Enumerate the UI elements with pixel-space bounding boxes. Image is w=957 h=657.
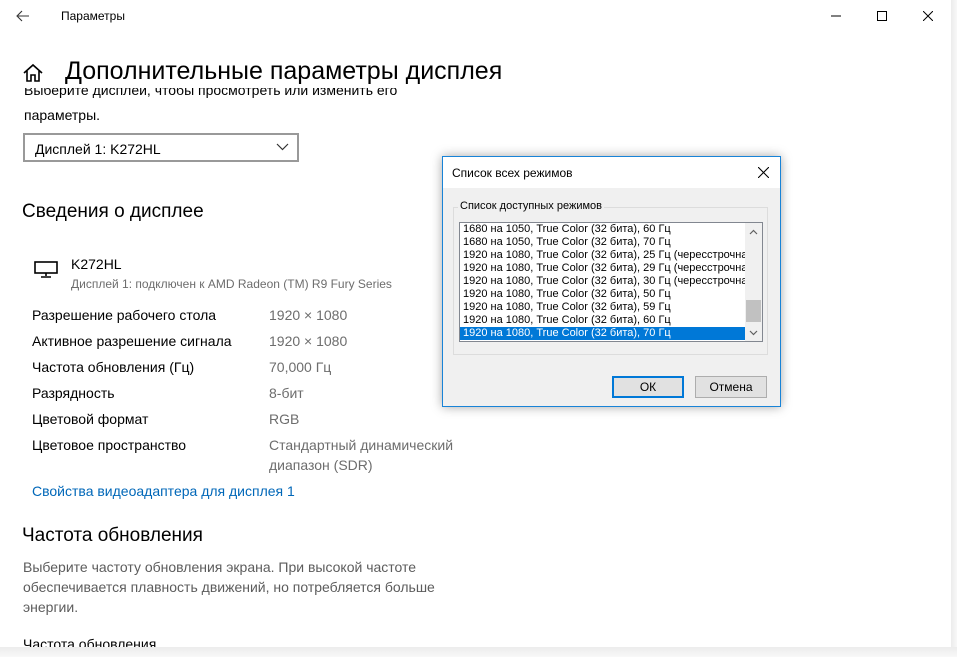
display-dropdown-value: Дисплей 1: K272HL <box>35 141 161 157</box>
app-title: Параметры <box>61 9 125 23</box>
prop-value-bit-depth: 8-бит <box>269 385 304 401</box>
dialog-title: Список всех режимов <box>452 166 573 180</box>
close-button[interactable] <box>905 0 951 32</box>
display-select-prompt-line2: параметры. <box>24 107 101 123</box>
mode-list-item[interactable]: 1920 на 1080, True Color (32 бита), 30 Г… <box>460 275 746 288</box>
close-icon <box>923 11 933 21</box>
cancel-button[interactable]: Отмена <box>695 376 767 398</box>
scroll-down-button[interactable] <box>745 324 762 341</box>
ok-button[interactable]: ОК <box>612 376 684 398</box>
page-title: Дополнительные параметры дисплея <box>65 57 503 85</box>
window-shadow-bottom <box>0 647 957 657</box>
prop-label-active-signal-resolution: Активное разрешение сигнала <box>32 333 232 349</box>
minimize-button[interactable] <box>813 0 859 32</box>
refresh-rate-heading: Частота обновления <box>22 525 203 546</box>
prop-label-refresh-rate: Частота обновления (Гц) <box>32 359 195 375</box>
prop-value-active-signal-resolution: 1920 × 1080 <box>269 333 348 349</box>
adapter-properties-link[interactable]: Свойства видеоадаптера для дисплея 1 <box>32 483 295 499</box>
prop-label-color-format: Цветовой формат <box>32 411 149 427</box>
window-shadow-right <box>951 0 957 657</box>
back-arrow-icon <box>16 10 29 22</box>
refresh-rate-label-cut: Частота обновления <box>23 633 443 647</box>
maximize-icon <box>877 11 887 21</box>
prop-label-desktop-resolution: Разрешение рабочего стола <box>32 307 217 323</box>
display-info-heading: Сведения о дисплее <box>22 201 204 222</box>
prop-label-color-space: Цветовое пространство <box>32 437 187 453</box>
modes-group-label: Список доступных режимов <box>458 200 604 212</box>
prop-value-refresh-rate: 70,000 Гц <box>269 359 332 375</box>
maximize-button[interactable] <box>859 0 905 32</box>
mode-list-item[interactable]: 1680 на 1050, True Color (32 бита), 70 Г… <box>460 236 746 249</box>
monitor-description: Дисплей 1: подключен к AMD Radeon (TM) R… <box>71 277 392 291</box>
chevron-down-icon <box>749 330 758 335</box>
back-button[interactable] <box>10 4 36 28</box>
display-select-prompt-cut: Выберите дисплей, чтобы просмотреть или … <box>24 88 444 106</box>
dialog-title-bar: Список всех режимов <box>443 157 780 188</box>
modes-scrollbar[interactable] <box>745 223 762 341</box>
close-icon <box>757 167 769 178</box>
mode-list-item[interactable]: 1920 на 1080, True Color (32 бита), 29 Г… <box>460 262 746 275</box>
refresh-rate-label: Частота обновления <box>23 636 157 647</box>
modes-dialog: Список всех режимов Список доступных реж… <box>442 156 781 407</box>
display-select-prompt-line1: Выберите дисплей, чтобы просмотреть или … <box>24 88 398 98</box>
prop-value-color-space: Стандартный динамический <box>269 437 454 453</box>
mode-list-item[interactable]: 1920 на 1080, True Color (32 бита), 25 Г… <box>460 249 746 262</box>
prop-label-bit-depth: Разрядность <box>32 385 115 401</box>
minimize-icon <box>831 15 841 17</box>
title-bar: Параметры <box>0 0 951 32</box>
mode-list-item[interactable]: 1920 на 1080, True Color (32 бита), 70 Г… <box>460 327 746 340</box>
chevron-up-icon <box>749 229 758 234</box>
scroll-up-button[interactable] <box>745 223 762 240</box>
monitor-icon <box>34 261 58 278</box>
dialog-close-button[interactable] <box>746 157 780 188</box>
mode-list-item[interactable]: 1920 на 1080, True Color (32 бита), 59 Г… <box>460 301 746 314</box>
prop-value-color-format: RGB <box>269 411 300 427</box>
display-dropdown[interactable]: Дисплей 1: K272HL <box>23 133 299 162</box>
monitor-name: K272HL <box>71 256 122 272</box>
scroll-thumb[interactable] <box>746 300 761 322</box>
prop-value-desktop-resolution: 1920 × 1080 <box>269 307 348 323</box>
mode-list-item[interactable]: 1920 на 1080, True Color (32 бита), 50 Г… <box>460 288 746 301</box>
modes-listbox[interactable]: 1680 на 1050, True Color (32 бита), 60 Г… <box>459 222 763 342</box>
chevron-down-icon <box>276 143 289 151</box>
prop-value-color-space-line2: диапазон (SDR) <box>269 457 373 473</box>
refresh-rate-description: Выберите частоту обновления экрана. При … <box>23 559 435 615</box>
modes-list: 1680 на 1050, True Color (32 бита), 60 Г… <box>460 223 746 340</box>
mode-list-item[interactable]: 1680 на 1050, True Color (32 бита), 60 Г… <box>460 223 746 236</box>
mode-list-item[interactable]: 1920 на 1080, True Color (32 бита), 60 Г… <box>460 314 746 327</box>
home-icon[interactable] <box>22 63 44 83</box>
